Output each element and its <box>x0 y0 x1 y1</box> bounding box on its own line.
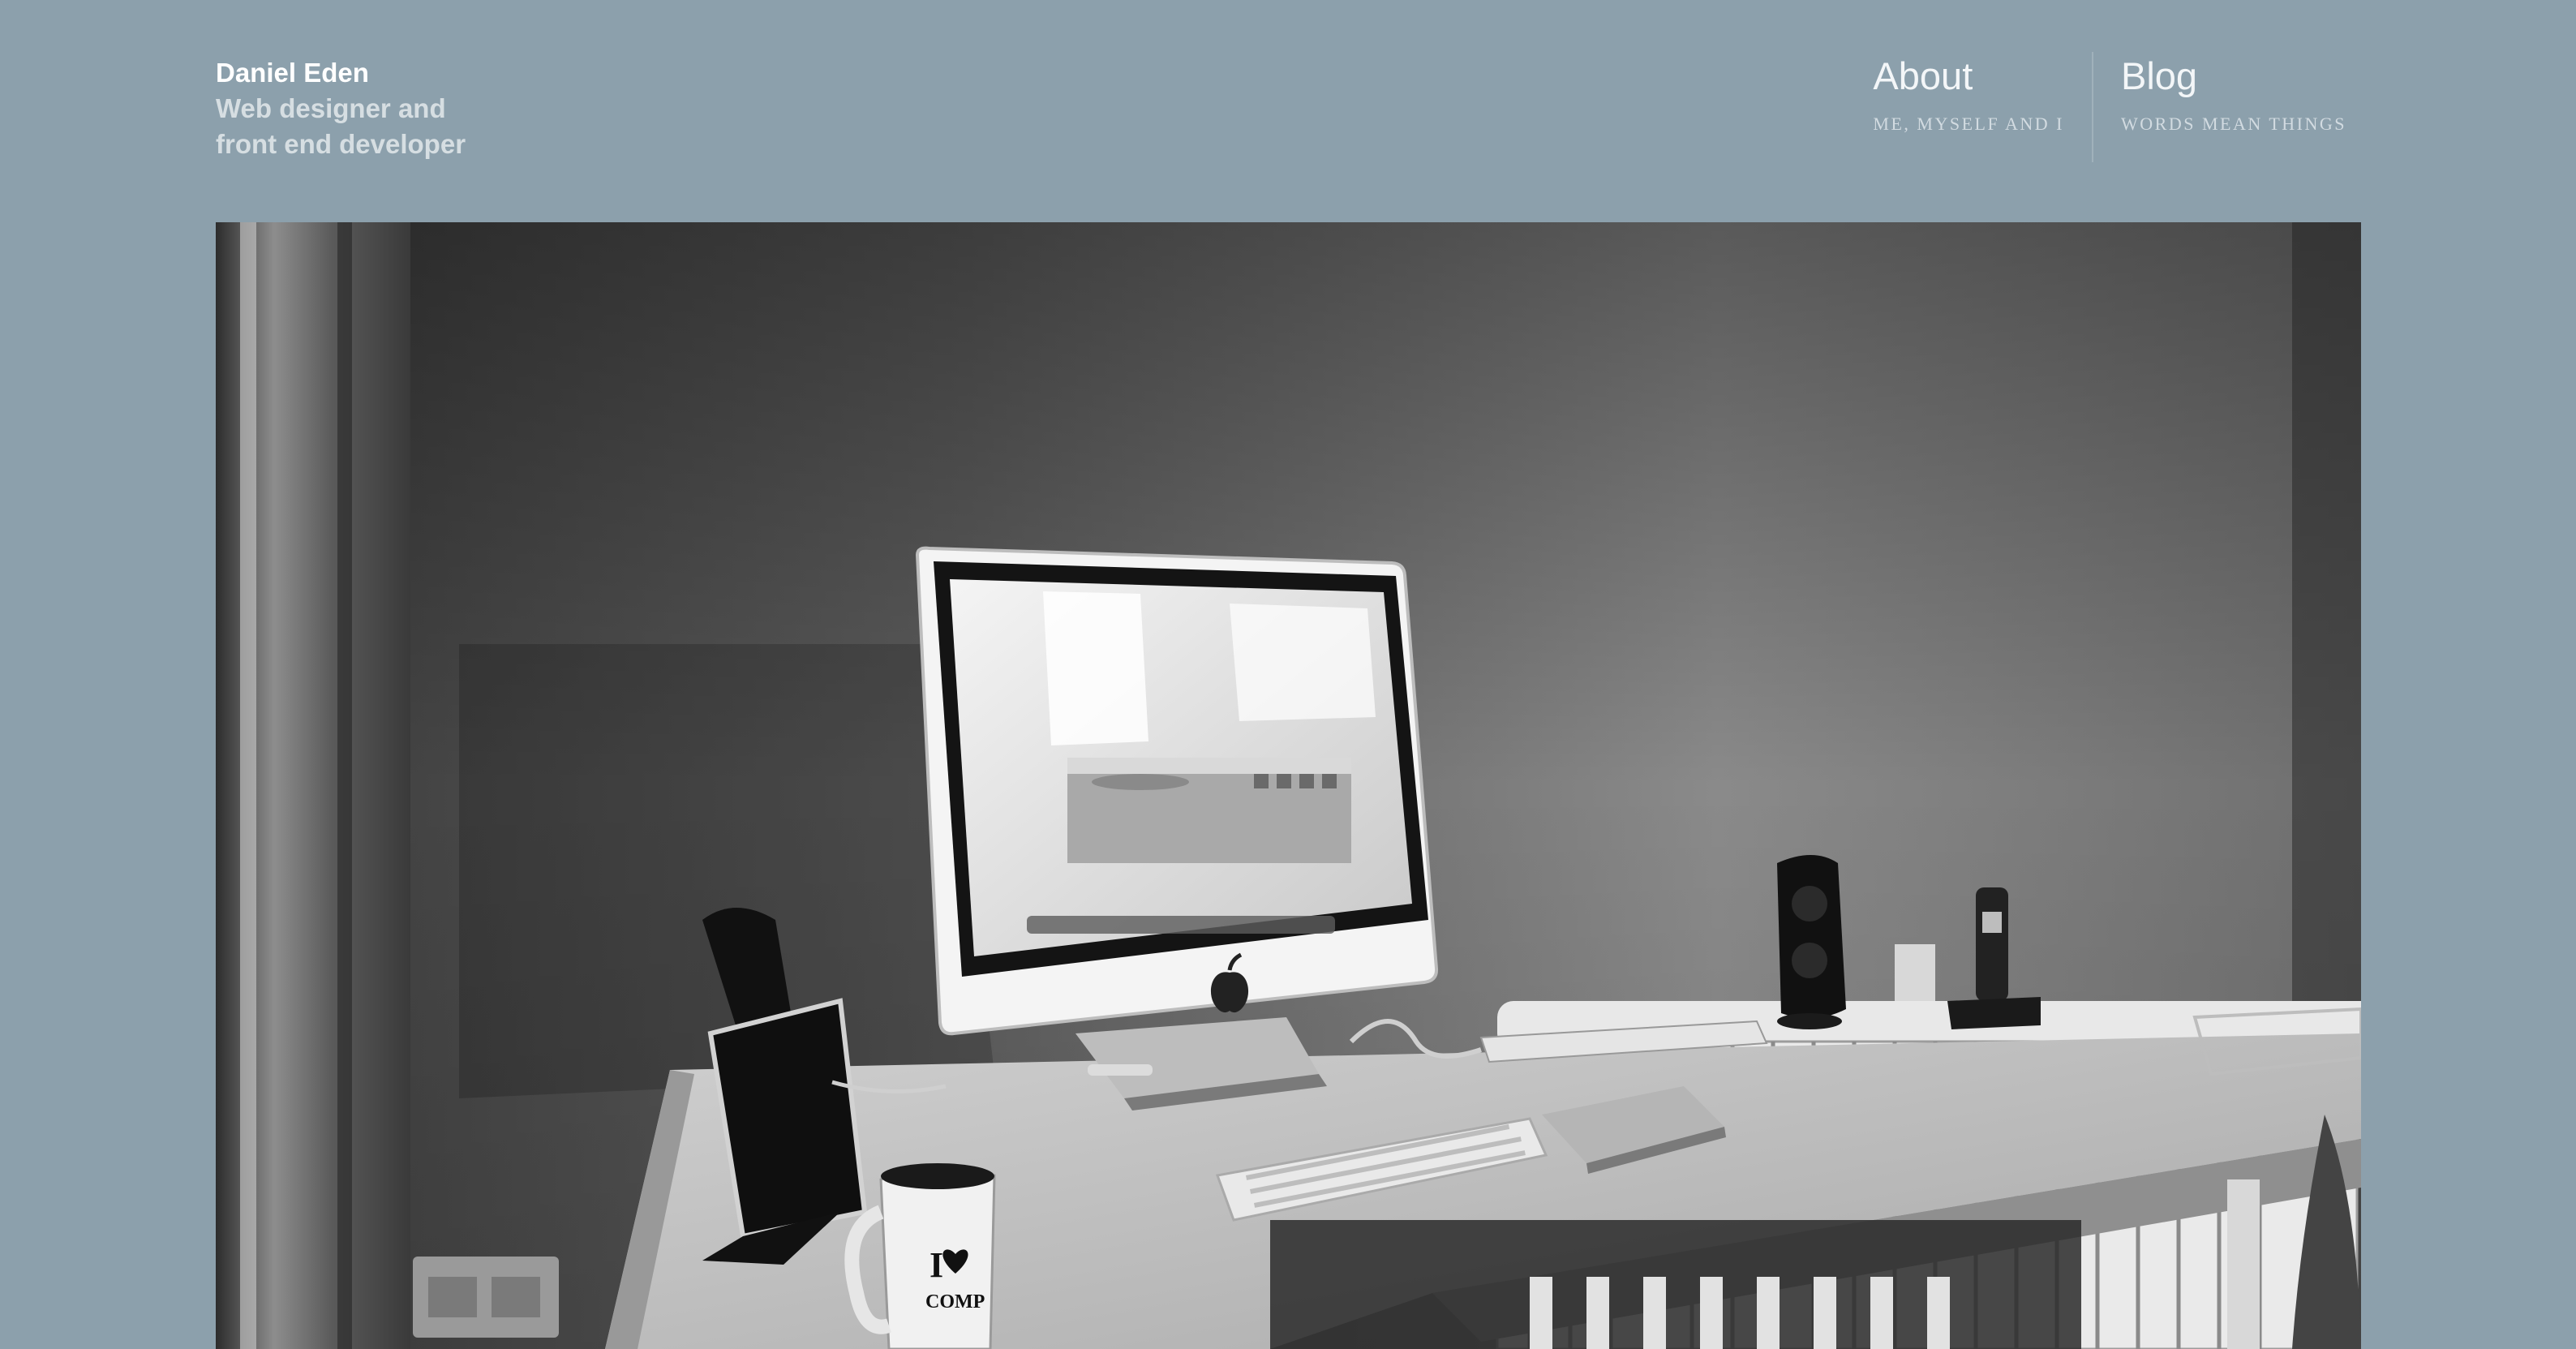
nav-item-blog[interactable]: Blog WORDS MEAN THINGS <box>2093 52 2346 162</box>
nav-item-about[interactable]: About ME, MYSELF AND I <box>1873 52 2092 162</box>
nav-about-subtitle: ME, MYSELF AND I <box>1873 114 2064 134</box>
mug-text-line2: COMP <box>925 1291 985 1312</box>
mug-text: I <box>930 1245 943 1285</box>
main-nav: About ME, MYSELF AND I Blog WORDS MEAN T… <box>1873 52 2346 162</box>
site-tagline-line1: Web designer and <box>216 93 446 123</box>
site-name[interactable]: Daniel Eden <box>216 55 466 91</box>
nav-blog-title: Blog <box>2121 54 2198 97</box>
nav-blog-subtitle: WORDS MEAN THINGS <box>2121 114 2346 134</box>
nav-about-title: About <box>1873 54 1973 97</box>
site-header: Daniel Eden Web designer and front end d… <box>0 0 2576 222</box>
hero-desk-photo: I COMP <box>216 222 2361 1349</box>
desk-photo-illustration: I COMP <box>216 222 2361 1349</box>
site-tagline-line2: front end developer <box>216 129 466 159</box>
site-brand[interactable]: Daniel Eden Web designer and front end d… <box>216 55 466 162</box>
